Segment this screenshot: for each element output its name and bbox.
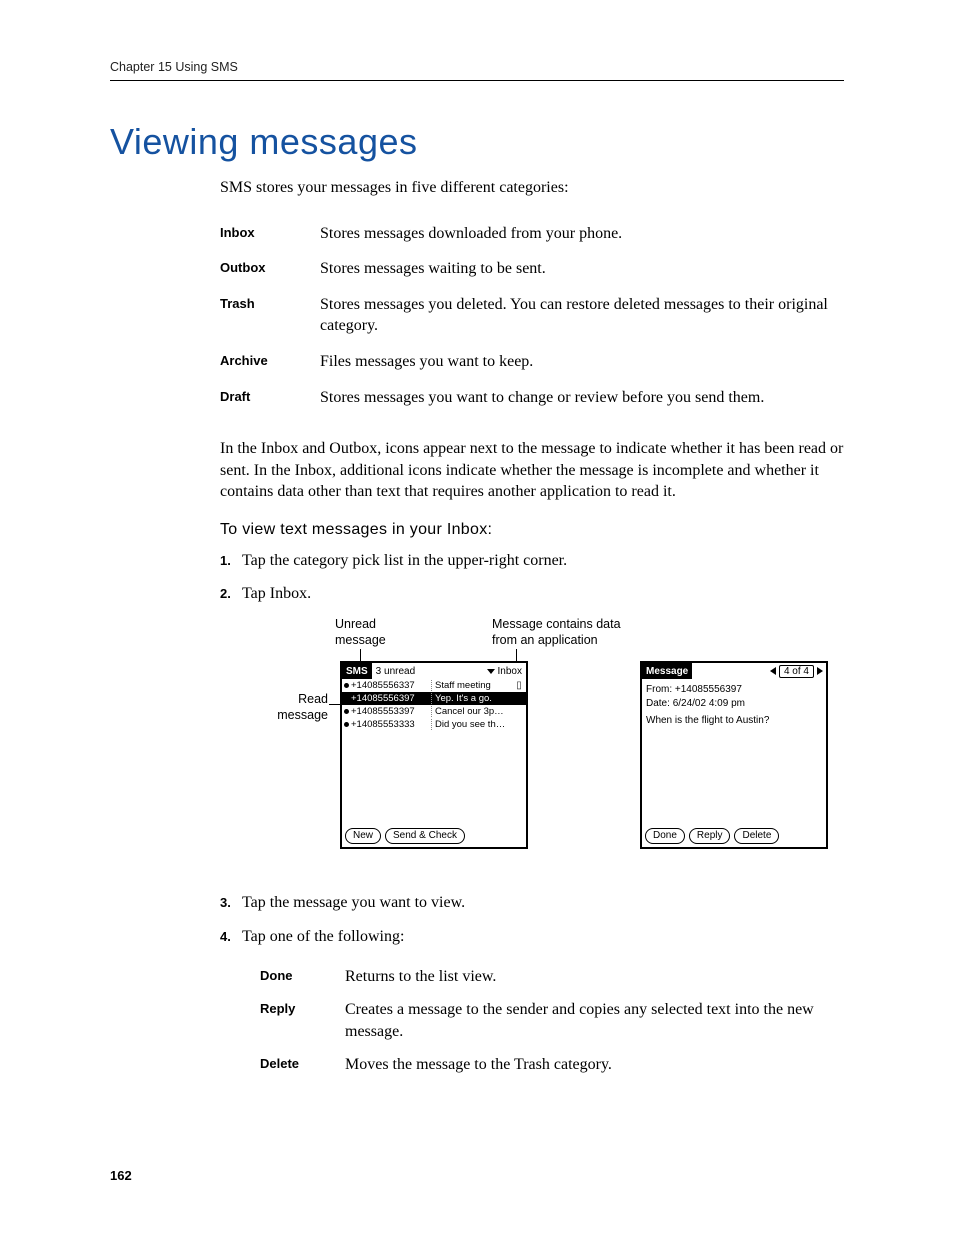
def-term: Archive bbox=[220, 351, 320, 373]
def-row: Delete Moves the message to the Trash ca… bbox=[260, 1054, 844, 1076]
prev-message-arrow-icon[interactable] bbox=[770, 667, 776, 675]
def-desc: Moves the message to the Trash category. bbox=[345, 1054, 844, 1076]
action-definitions: Done Returns to the list view. Reply Cre… bbox=[260, 966, 844, 1076]
sender-number: +14085553333 bbox=[351, 719, 432, 730]
unread-dot-icon bbox=[344, 722, 349, 727]
unread-dot-icon bbox=[344, 709, 349, 714]
def-desc: Stores messages downloaded from your pho… bbox=[320, 223, 844, 245]
step-item: Tap Inbox. bbox=[220, 582, 844, 605]
page-number: 162 bbox=[110, 1168, 132, 1183]
def-term: Delete bbox=[260, 1054, 345, 1076]
done-button[interactable]: Done bbox=[645, 828, 685, 844]
callout-dataapp: Message contains data from an applicatio… bbox=[492, 617, 621, 648]
date-label: Date: bbox=[646, 698, 670, 709]
palm-titlebar: Message 4 of 4 bbox=[642, 663, 826, 679]
from-label: From: bbox=[646, 684, 672, 695]
unread-dot-icon bbox=[344, 683, 349, 688]
def-desc: Files messages you want to keep. bbox=[320, 351, 844, 373]
delete-button[interactable]: Delete bbox=[734, 828, 779, 844]
step-text: Tap one of the following: bbox=[242, 925, 844, 948]
def-term: Draft bbox=[220, 387, 320, 409]
def-term: Inbox bbox=[220, 223, 320, 245]
list-item[interactable]: +14085556337 Staff meeting ▯ bbox=[342, 679, 526, 692]
list-item[interactable]: +14085553397 Cancel our 3p… bbox=[342, 705, 526, 718]
list-item[interactable]: +14085553333 Did you see th… bbox=[342, 718, 526, 731]
figure: Unread message Message contains data fro… bbox=[220, 617, 844, 867]
data-attachment-icon: ▯ bbox=[514, 680, 524, 691]
reply-button[interactable]: Reply bbox=[689, 828, 731, 844]
def-row: Done Returns to the list view. bbox=[260, 966, 844, 988]
def-desc: Returns to the list view. bbox=[345, 966, 844, 988]
def-row: Draft Stores messages you want to change… bbox=[220, 387, 844, 409]
send-check-button[interactable]: Send & Check bbox=[385, 828, 465, 844]
steps-list-continued: Tap the message you want to view. Tap on… bbox=[220, 891, 844, 947]
def-desc: Stores messages you want to change or re… bbox=[320, 387, 844, 409]
message-list: +14085556337 Staff meeting ▯ +1408555639… bbox=[342, 679, 526, 731]
def-term: Trash bbox=[220, 294, 320, 337]
def-row: Outbox Stores messages waiting to be sen… bbox=[220, 258, 844, 280]
callout-read: Read message bbox=[238, 692, 328, 723]
step-text: Tap Inbox. bbox=[242, 582, 844, 605]
def-row: Trash Stores messages you deleted. You c… bbox=[220, 294, 844, 337]
palm-list-screen: SMS 3 unread Inbox +14085556337 Staff me… bbox=[340, 661, 528, 849]
intro-paragraph: SMS stores your messages in five differe… bbox=[220, 177, 844, 199]
category-picker-label: Inbox bbox=[498, 666, 522, 677]
sender-number: +14085553397 bbox=[351, 706, 432, 717]
message-counter: 4 of 4 bbox=[779, 665, 814, 678]
from-value: +14085556397 bbox=[675, 684, 742, 695]
callout-unread: Unread message bbox=[335, 617, 386, 648]
new-button[interactable]: New bbox=[345, 828, 381, 844]
running-head: Chapter 15 Using SMS bbox=[110, 60, 844, 81]
next-message-arrow-icon[interactable] bbox=[817, 667, 823, 675]
message-nav: 4 of 4 bbox=[770, 663, 826, 679]
sender-number: +14085556337 bbox=[351, 680, 432, 691]
step-item: Tap the category pick list in the upper-… bbox=[220, 549, 844, 572]
message-subject: Staff meeting bbox=[432, 680, 514, 691]
read-dot-icon bbox=[344, 696, 349, 701]
def-row: Archive Files messages you want to keep. bbox=[220, 351, 844, 373]
palm-app-name: SMS bbox=[342, 663, 372, 679]
def-desc: Stores messages waiting to be sent. bbox=[320, 258, 844, 280]
def-desc: Stores messages you deleted. You can res… bbox=[320, 294, 844, 337]
def-row: Reply Creates a message to the sender an… bbox=[260, 999, 844, 1042]
list-item[interactable]: +14085556397 Yep. It's a go. bbox=[342, 692, 526, 705]
procedure-heading: To view text messages in your Inbox: bbox=[220, 521, 844, 539]
message-subject: Did you see th… bbox=[432, 719, 514, 730]
step-item: Tap the message you want to view. bbox=[220, 891, 844, 914]
dropdown-triangle-icon bbox=[487, 669, 495, 674]
def-term: Outbox bbox=[220, 258, 320, 280]
sender-number: +14085556397 bbox=[351, 693, 432, 704]
section-title: Viewing messages bbox=[110, 121, 844, 163]
step-item: Tap one of the following: bbox=[220, 925, 844, 948]
category-definitions: Inbox Stores messages downloaded from yo… bbox=[220, 223, 844, 409]
def-desc: Creates a message to the sender and copi… bbox=[345, 999, 844, 1042]
message-detail: From: +14085556397 Date: 6/24/02 4:09 pm… bbox=[642, 679, 826, 732]
step-text: Tap the message you want to view. bbox=[242, 891, 844, 914]
body-paragraph: In the Inbox and Outbox, icons appear ne… bbox=[220, 438, 844, 503]
def-row: Inbox Stores messages downloaded from yo… bbox=[220, 223, 844, 245]
palm-titlebar: SMS 3 unread Inbox bbox=[342, 663, 526, 679]
def-term: Reply bbox=[260, 999, 345, 1042]
message-subject: Yep. It's a go. bbox=[432, 693, 514, 704]
message-subject: Cancel our 3p… bbox=[432, 706, 514, 717]
def-term: Done bbox=[260, 966, 345, 988]
palm-unread-status: 3 unread bbox=[372, 663, 419, 679]
date-value: 6/24/02 4:09 pm bbox=[673, 698, 745, 709]
category-picker[interactable]: Inbox bbox=[483, 663, 526, 679]
message-body: When is the flight to Austin? bbox=[646, 714, 822, 728]
steps-list: Tap the category pick list in the upper-… bbox=[220, 549, 844, 605]
palm-app-name: Message bbox=[642, 663, 692, 679]
step-text: Tap the category pick list in the upper-… bbox=[242, 549, 844, 572]
palm-message-screen: Message 4 of 4 From: +14085556397 Date: … bbox=[640, 661, 828, 849]
